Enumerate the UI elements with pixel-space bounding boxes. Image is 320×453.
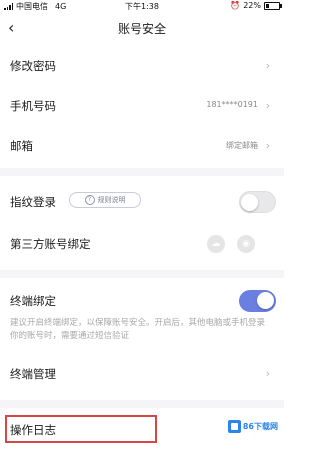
section-divider xyxy=(0,168,284,176)
fingerprint-label: 指纹登录 xyxy=(10,195,56,209)
watermark-logo-icon xyxy=(227,420,241,433)
battery-percent: 22% xyxy=(243,1,261,10)
chevron-right-icon: › xyxy=(265,367,270,380)
section-divider xyxy=(0,270,284,278)
alarm-icon: ⏰ xyxy=(230,1,241,10)
rules-label: 规则说明 xyxy=(97,196,126,204)
phone-value: 181****0191 xyxy=(206,100,258,109)
third-party-label: 第三方账号绑定 xyxy=(10,237,91,251)
cloud-icon[interactable]: ☁ xyxy=(207,235,225,253)
device-binding-toggle[interactable] xyxy=(239,290,276,312)
account-icon[interactable]: ◉ xyxy=(237,235,255,253)
question-icon: ? xyxy=(84,195,95,205)
watermark-text: 86下载网 xyxy=(242,422,278,431)
section-divider xyxy=(0,400,284,408)
fingerprint-toggle[interactable] xyxy=(239,191,276,213)
device-binding-row: 终端绑定 xyxy=(0,281,284,321)
toggle-knob xyxy=(241,194,258,211)
email-value: 绑定邮箱 xyxy=(226,141,258,150)
watermark: 86下载网 xyxy=(227,420,278,433)
device-binding-label: 终端绑定 xyxy=(10,294,56,308)
nav-bar: ‹ 账号安全 xyxy=(0,14,284,42)
email-row[interactable]: 邮箱 绑定邮箱 › xyxy=(0,126,284,166)
chevron-right-icon: › xyxy=(265,59,270,72)
change-password-row[interactable]: 修改密码 › xyxy=(0,46,284,86)
battery-fill xyxy=(266,3,269,8)
rules-button[interactable]: ? 规则说明 xyxy=(69,192,141,208)
chevron-right-icon: › xyxy=(265,139,270,152)
device-management-row[interactable]: 终端管理 › xyxy=(0,354,284,394)
device-management-label: 终端管理 xyxy=(10,367,56,381)
device-binding-description: 建议开启终端绑定，以保障账号安全。开启后，其他电脑或手机登录你的账号时，需要通过… xyxy=(10,318,266,341)
chevron-right-icon: › xyxy=(265,99,270,112)
status-right: ⏰ 22% xyxy=(230,1,282,10)
phone-row[interactable]: 手机号码 181****0191 › xyxy=(0,86,284,126)
fingerprint-row: 指纹登录 ? 规则说明 xyxy=(0,182,284,222)
email-label: 邮箱 xyxy=(10,139,33,153)
phone-label: 手机号码 xyxy=(10,99,56,113)
battery-icon xyxy=(264,1,282,10)
page-title: 账号安全 xyxy=(117,22,166,36)
highlight-box xyxy=(5,415,157,443)
third-party-row: 第三方账号绑定 ☁ ◉ xyxy=(0,224,284,264)
change-password-label: 修改密码 xyxy=(10,59,56,73)
toggle-knob xyxy=(257,292,274,309)
status-bar: 中国电信 4G 下午1:38 ⏰ 22% xyxy=(0,0,284,12)
